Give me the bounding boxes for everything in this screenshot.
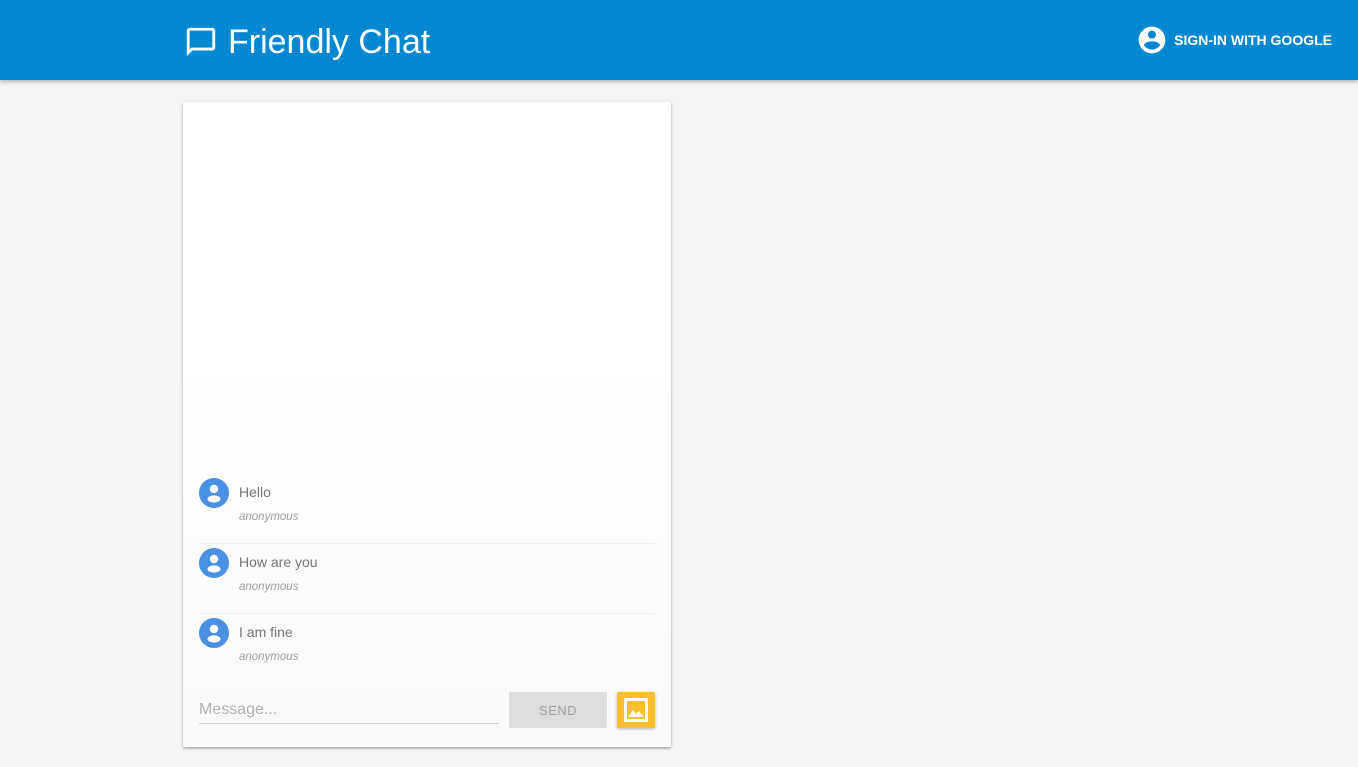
message-item: Hello anonymous: [199, 474, 655, 544]
image-icon: [624, 698, 648, 722]
person-icon: [207, 554, 221, 573]
message-list: Hello anonymous How are you anonymous I …: [199, 474, 655, 684]
message-item: How are you anonymous: [199, 544, 655, 614]
message-item: I am fine anonymous: [199, 614, 655, 684]
message-text: How are you: [239, 554, 318, 570]
avatar: [199, 618, 229, 648]
message-author: anonymous: [239, 581, 299, 593]
chat-bubble-icon: [186, 27, 216, 57]
sign-in-label: SIGN-IN WITH GOOGLE: [1174, 32, 1332, 48]
brand: Friendly Chat: [184, 22, 430, 62]
avatar: [199, 548, 229, 578]
message-text: Hello: [239, 484, 271, 500]
messages-card: Hello anonymous How are you anonymous I …: [183, 102, 671, 747]
upload-image-button[interactable]: [617, 692, 655, 728]
app-header: Friendly Chat SIGN-IN WITH GOOGLE: [0, 0, 1358, 80]
message-author: anonymous: [239, 651, 299, 663]
account-circle-icon: [1138, 26, 1166, 54]
send-button[interactable]: SEND: [509, 692, 607, 728]
message-text: I am fine: [239, 624, 293, 640]
app-title: Friendly Chat: [228, 22, 431, 61]
person-icon: [207, 484, 221, 503]
avatar: [199, 478, 229, 508]
person-icon: [207, 624, 221, 643]
message-input[interactable]: [199, 696, 499, 724]
message-composer: SEND: [199, 690, 655, 730]
sign-in-button[interactable]: SIGN-IN WITH GOOGLE: [1136, 24, 1332, 56]
message-author: anonymous: [239, 511, 299, 523]
